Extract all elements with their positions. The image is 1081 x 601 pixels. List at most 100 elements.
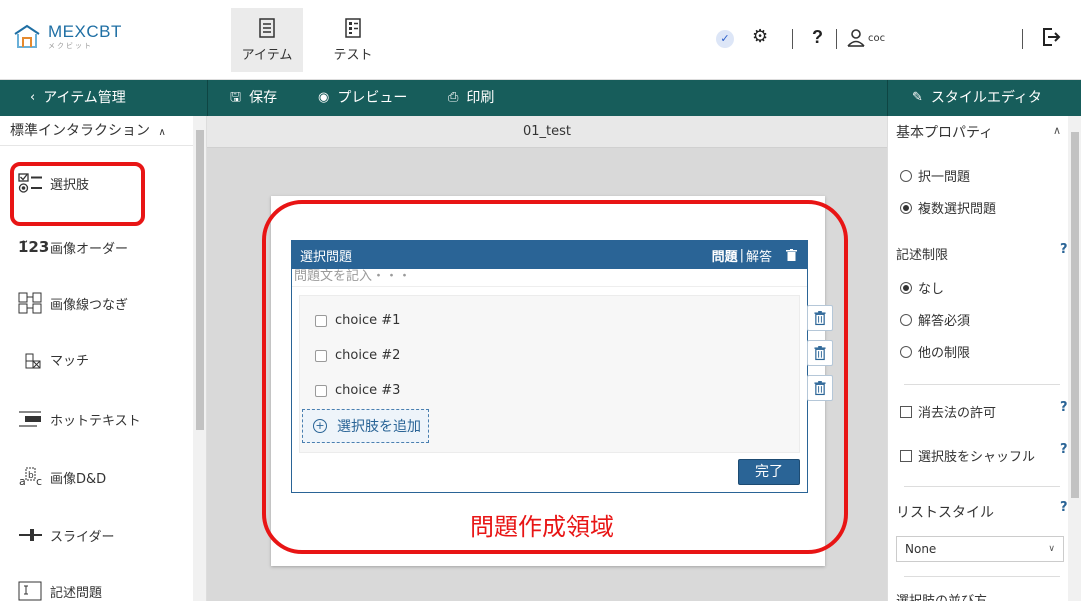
checkbox-label: 選択肢をシャッフル bbox=[918, 450, 1036, 465]
header-divider bbox=[1022, 29, 1023, 49]
checkbox-shuffle[interactable]: 選択肢をシャッフル bbox=[900, 446, 1035, 465]
choice-label[interactable]: choice #1 bbox=[335, 313, 400, 328]
radio-button-selected[interactable] bbox=[900, 281, 912, 294]
logout-icon[interactable] bbox=[1040, 26, 1062, 48]
print-label: 印刷 bbox=[466, 90, 495, 106]
palette-section-title: 標準インタラクション bbox=[10, 123, 150, 139]
app-logo[interactable]: MEXCBT メクビット bbox=[12, 22, 122, 52]
question-header: 選択問題 問題 | 解答 bbox=[292, 241, 807, 269]
prompt-input[interactable]: 問題文を記入・・・ bbox=[292, 269, 807, 287]
choice-checkbox[interactable] bbox=[315, 314, 327, 327]
tab-question[interactable]: 問題 bbox=[712, 246, 738, 265]
palette-item-image-dnd[interactable]: a c b 画像D&D bbox=[18, 466, 106, 488]
palette-item-label: 画像オーダー bbox=[50, 241, 129, 257]
shuffle-help-icon[interactable]: ? bbox=[1060, 442, 1068, 457]
palette-item-image-line[interactable]: 画像線つなぎ bbox=[18, 292, 128, 314]
checkbox-elimination[interactable]: 消去法の許可 bbox=[900, 402, 996, 421]
eye-icon: ◉ bbox=[318, 90, 330, 105]
properties-scrollbar[interactable] bbox=[1068, 116, 1081, 601]
user-icon[interactable] bbox=[846, 28, 866, 48]
palette-item-match[interactable]: マッチ bbox=[18, 348, 89, 370]
username-label: coc bbox=[868, 33, 886, 44]
scrollbar-thumb[interactable] bbox=[1071, 132, 1079, 498]
save-button[interactable]: 🖫 保存 bbox=[230, 80, 277, 116]
help-button[interactable]: ? bbox=[812, 27, 823, 48]
style-editor-button[interactable]: ✎ スタイルエディタ bbox=[912, 80, 1042, 116]
choice-label[interactable]: choice #2 bbox=[335, 348, 400, 363]
add-choice-button[interactable]: + 選択肢を追加 bbox=[302, 409, 429, 443]
radio-single-choice[interactable]: 択一問題 bbox=[900, 166, 970, 185]
radio-button[interactable] bbox=[900, 345, 912, 358]
top-bar: MEXCBT メクビット アイテム テスト ✓ ⚙ ? coc bbox=[0, 0, 1081, 80]
palette-section-header[interactable]: 標準インタラクション ∧ bbox=[0, 116, 206, 146]
palette-item-slider[interactable]: スライダー bbox=[18, 524, 114, 546]
nav-item-items[interactable]: アイテム bbox=[231, 8, 303, 72]
header-divider bbox=[792, 29, 793, 49]
svg-text:a: a bbox=[19, 475, 26, 488]
preview-label: プレビュー bbox=[337, 90, 408, 106]
checkbox[interactable] bbox=[900, 449, 912, 462]
radio-constraint-required[interactable]: 解答必須 bbox=[900, 310, 970, 329]
delete-choice-2-icon[interactable] bbox=[807, 340, 833, 366]
palette-scrollbar[interactable] bbox=[193, 116, 206, 601]
properties-panel: 基本プロパティ ∧ 択一問題 複数選択問題 記述制限 ? なし 解答必須 他の制… bbox=[887, 116, 1081, 601]
back-to-item-management[interactable]: ‹ アイテム管理 bbox=[30, 80, 126, 116]
nav-item-tests[interactable]: テスト bbox=[317, 8, 389, 72]
palette-item-label: スライダー bbox=[50, 529, 115, 545]
elimination-help-icon[interactable]: ? bbox=[1060, 400, 1068, 415]
radio-multiple-choice[interactable]: 複数選択問題 bbox=[900, 198, 996, 217]
radio-button-selected[interactable] bbox=[900, 201, 912, 214]
palette-item-text-entry[interactable]: 記述問題 bbox=[18, 580, 102, 601]
constraint-help-icon[interactable]: ? bbox=[1060, 242, 1068, 257]
choice-row[interactable]: choice #3 bbox=[315, 383, 400, 398]
radio-label: 複数選択問題 bbox=[918, 202, 997, 217]
image-line-connect-icon bbox=[18, 292, 42, 314]
choice-row[interactable]: choice #1 bbox=[315, 313, 400, 328]
radio-constraint-other[interactable]: 他の制限 bbox=[900, 342, 970, 361]
print-button[interactable]: ⎙ 印刷 bbox=[448, 80, 494, 116]
choice-checkbox[interactable] bbox=[315, 384, 327, 397]
list-style-select[interactable]: None ∨ bbox=[896, 536, 1064, 562]
choice-label[interactable]: choice #3 bbox=[335, 383, 400, 398]
preview-button[interactable]: ◉ プレビュー bbox=[318, 80, 407, 116]
palette-item-image-order[interactable]: 1̃23 画像オーダー bbox=[18, 236, 128, 258]
tab-answer[interactable]: 解答 bbox=[746, 246, 772, 265]
match-icon bbox=[25, 353, 41, 369]
properties-section-title[interactable]: 基本プロパティ bbox=[896, 122, 993, 142]
chevron-up-icon[interactable]: ∧ bbox=[1053, 124, 1061, 137]
choice-row[interactable]: choice #2 bbox=[315, 348, 400, 363]
text-entry-icon bbox=[18, 581, 42, 601]
constraint-label: 記述制限 bbox=[896, 248, 949, 263]
palette-item-label: マッチ bbox=[50, 353, 90, 369]
delete-choice-1-icon[interactable] bbox=[807, 305, 833, 331]
palette-item-hottext[interactable]: ホットテキスト bbox=[18, 408, 141, 430]
add-choice-label: 選択肢を追加 bbox=[337, 419, 421, 435]
header-divider bbox=[836, 29, 837, 49]
radio-constraint-none[interactable]: なし bbox=[900, 278, 944, 297]
section-divider bbox=[904, 576, 1060, 577]
image-drag-drop-icon: a c b bbox=[19, 467, 42, 488]
settings-gears-icon[interactable]: ⚙ bbox=[752, 26, 768, 47]
trash-icon[interactable] bbox=[786, 249, 797, 261]
radio-label: なし bbox=[918, 282, 945, 297]
nav-item-items-label: アイテム bbox=[241, 47, 293, 63]
brush-icon: ✎ bbox=[912, 90, 923, 105]
radio-label: 解答必須 bbox=[918, 314, 971, 329]
radio-button[interactable] bbox=[900, 313, 912, 326]
choice-checkbox[interactable] bbox=[315, 349, 327, 362]
done-button[interactable]: 完了 bbox=[738, 459, 800, 485]
print-icon: ⎙ bbox=[448, 90, 459, 105]
delete-choice-3-icon[interactable] bbox=[807, 375, 833, 401]
section-divider bbox=[904, 486, 1060, 487]
palette-item-label: ホットテキスト bbox=[50, 413, 141, 429]
checkbox[interactable] bbox=[900, 405, 912, 418]
choice-interaction-block[interactable]: 選択問題 問題 | 解答 問題文を記入・・・ choice #1 choice … bbox=[291, 240, 808, 493]
status-check-icon[interactable]: ✓ bbox=[716, 30, 734, 48]
list-style-help-icon[interactable]: ? bbox=[1060, 500, 1068, 515]
chevron-up-icon: ∧ bbox=[158, 127, 166, 138]
item-list-icon bbox=[259, 17, 275, 38]
radio-button[interactable] bbox=[900, 169, 912, 182]
nav-item-tests-label: テスト bbox=[333, 47, 373, 63]
scrollbar-thumb[interactable] bbox=[196, 130, 204, 430]
save-label: 保存 bbox=[249, 90, 278, 106]
